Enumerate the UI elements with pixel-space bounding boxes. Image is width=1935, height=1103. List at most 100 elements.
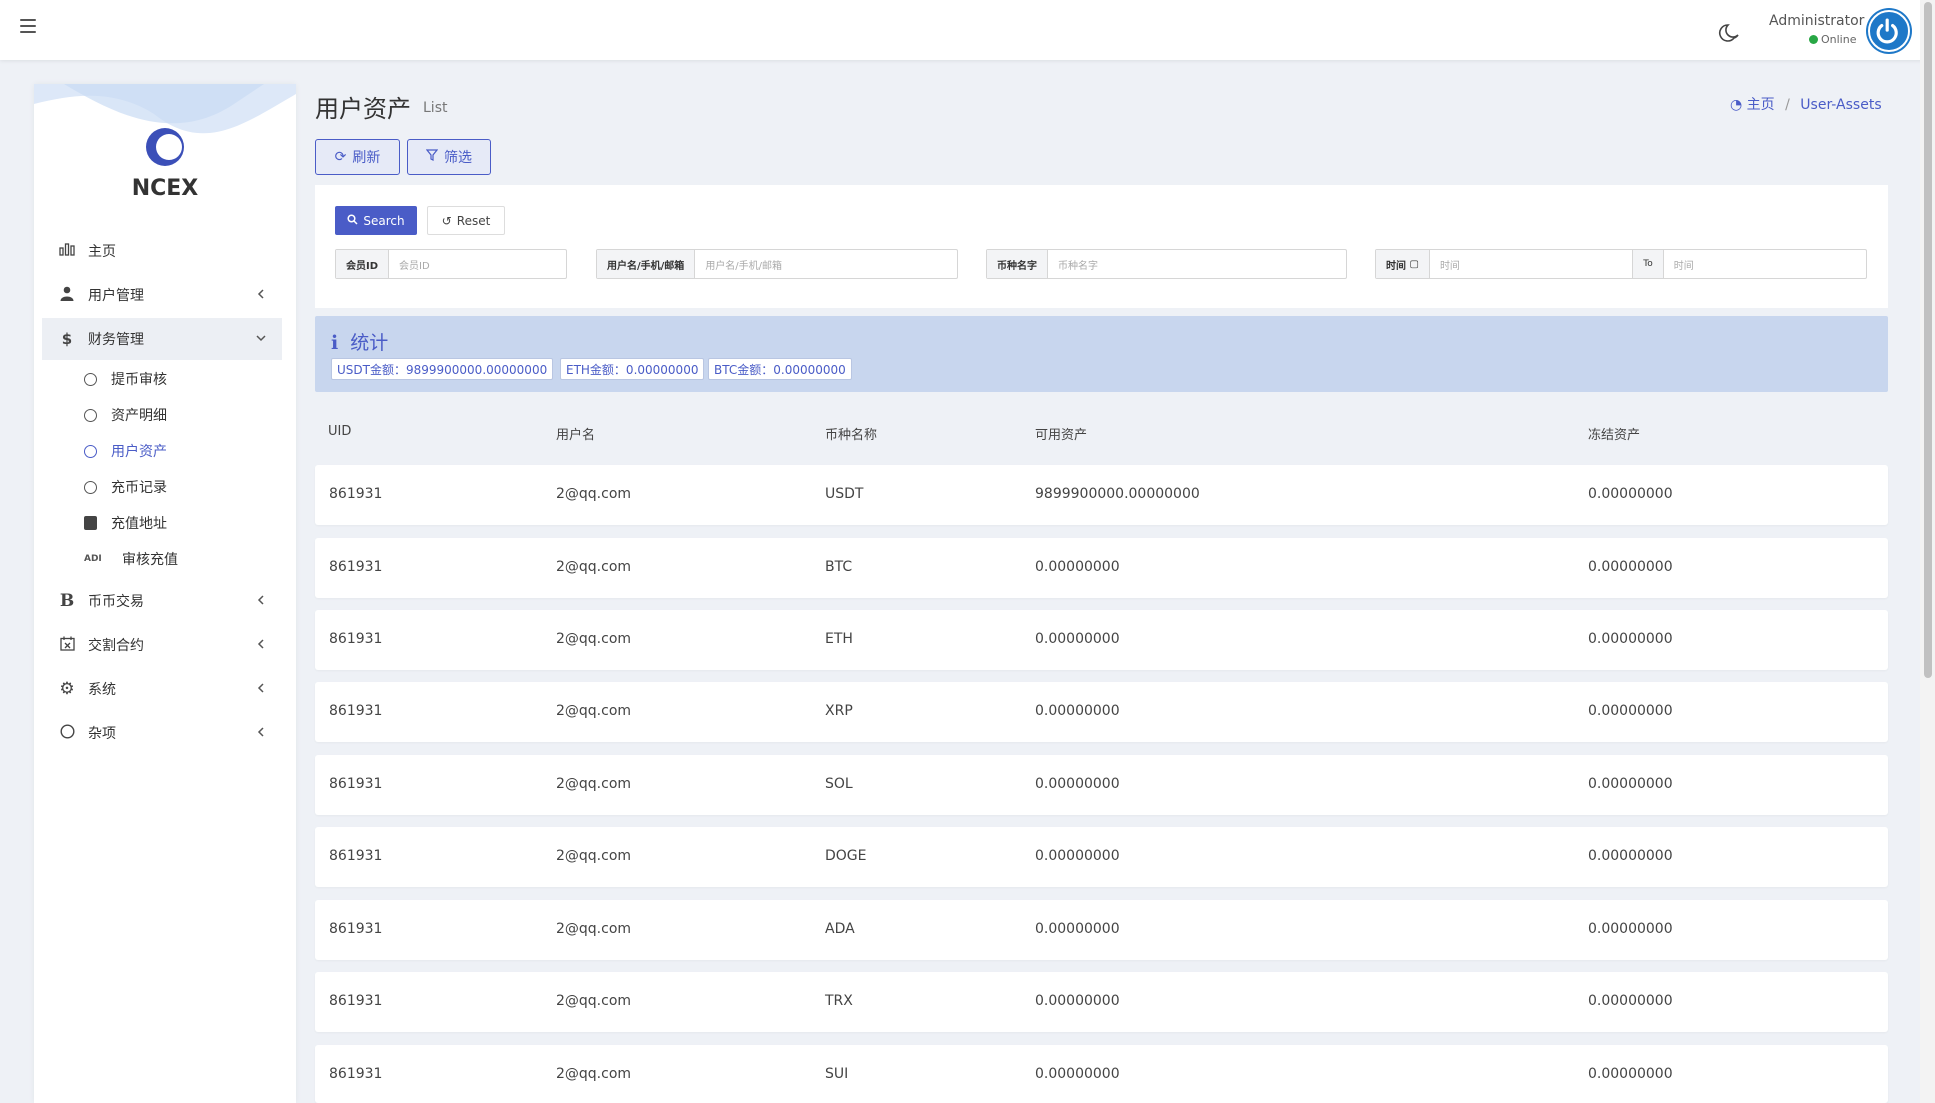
hamburger-menu-icon[interactable]	[20, 19, 36, 33]
search-button[interactable]: Search	[335, 206, 417, 235]
table-row[interactable]: 861931 2@qq.com BTC 0.00000000 0.0000000…	[315, 538, 1888, 598]
avatar[interactable]	[1868, 10, 1910, 52]
cell-coin: DOGE	[825, 848, 867, 864]
sidebar-item-home[interactable]: 主页	[42, 230, 282, 272]
table-row[interactable]: 861931 2@qq.com SUI 0.00000000 0.0000000…	[315, 1045, 1888, 1103]
bitcoin-icon: B	[59, 591, 75, 611]
cell-uid: 861931	[329, 1066, 383, 1082]
cell-available: 0.00000000	[1035, 703, 1120, 719]
sidebar: NCEX 主页 用户管理 $ 财务管理 提币审核 资产明细 用户资产 充币记录 …	[34, 84, 296, 1103]
cell-uid: 861931	[329, 848, 383, 864]
page-scrollbar[interactable]	[1920, 0, 1935, 1103]
sidebar-item-delivery-contract[interactable]: 交割合约	[42, 624, 282, 666]
circle-icon	[84, 408, 97, 422]
undo-icon: ↺	[441, 213, 452, 228]
sidebar-subitem-label: 充值地址	[111, 516, 167, 532]
cell-username: 2@qq.com	[556, 559, 632, 575]
filter-button-label: 筛选	[444, 150, 472, 166]
column-header-frozen[interactable]: 冻结资产	[1588, 424, 1640, 443]
brand-name: NCEX	[131, 176, 199, 201]
refresh-button[interactable]: ⟳ 刷新	[315, 139, 400, 175]
chevron-left-icon	[254, 593, 268, 607]
moon-icon[interactable]	[1718, 21, 1742, 45]
sidebar-subitem-deposit-records[interactable]: 充币记录	[84, 470, 284, 504]
table-row[interactable]: 861931 2@qq.com ETH 0.00000000 0.0000000…	[315, 610, 1888, 670]
cell-uid: 861931	[329, 921, 383, 937]
sidebar-subitem-user-assets[interactable]: 用户资产	[84, 434, 284, 468]
sidebar-subitem-recharge-review[interactable]: ADI 审核充值	[84, 542, 284, 576]
cell-frozen: 0.00000000	[1588, 631, 1673, 647]
cell-frozen: 0.00000000	[1588, 921, 1673, 937]
scrollbar-thumb[interactable]	[1924, 2, 1932, 678]
time-from-input[interactable]: 时间	[1430, 250, 1632, 278]
member-id-label: 会员ID	[336, 250, 390, 278]
cell-frozen: 0.00000000	[1588, 1066, 1673, 1082]
cell-coin: ETH	[825, 631, 853, 647]
user-status: Online	[1809, 33, 1856, 46]
cell-available: 0.00000000	[1035, 848, 1120, 864]
table-row[interactable]: 861931 2@qq.com XRP 0.00000000 0.0000000…	[315, 682, 1888, 742]
sidebar-subitem-asset-details[interactable]: 资产明细	[84, 398, 284, 432]
table-row[interactable]: 861931 2@qq.com USDT 9899900000.00000000…	[315, 465, 1888, 525]
coin-filter: 币种名字 币种名字	[986, 249, 1347, 279]
table-row[interactable]: 861931 2@qq.com ADA 0.00000000 0.0000000…	[315, 900, 1888, 960]
stats-panel: i 统计 USDT金额：9899900000.00000000 ETH金额：0.…	[315, 316, 1888, 392]
breadcrumb-home[interactable]: 主页	[1747, 97, 1775, 113]
bar-chart-icon	[52, 242, 82, 260]
sidebar-subitem-label: 提币审核	[111, 372, 167, 388]
cell-uid: 861931	[329, 993, 383, 1009]
time-to-input[interactable]: 时间	[1664, 250, 1866, 278]
column-header-uid[interactable]: UID	[328, 424, 351, 439]
member-id-input[interactable]: 会员ID	[389, 250, 566, 278]
chevron-left-icon	[254, 725, 268, 739]
sidebar-subitem-label: 充币记录	[111, 480, 167, 496]
cell-available: 0.00000000	[1035, 559, 1120, 575]
filter-panel: Search ↺ Reset 会员ID 会员ID 用户名/手机/邮箱 用户名/手…	[315, 185, 1888, 308]
cell-frozen: 0.00000000	[1588, 848, 1673, 864]
table-row[interactable]: 861931 2@qq.com TRX 0.00000000 0.0000000…	[315, 972, 1888, 1032]
sidebar-item-misc[interactable]: 杂项	[42, 712, 282, 754]
sidebar-item-system[interactable]: ⚙ 系统	[42, 668, 282, 710]
sidebar-item-users[interactable]: 用户管理	[42, 274, 282, 316]
reset-button[interactable]: ↺ Reset	[427, 206, 505, 235]
info-icon: i	[331, 332, 339, 354]
breadcrumb-current: User-Assets	[1800, 97, 1882, 113]
cell-uid: 861931	[329, 559, 383, 575]
time-to-label: To	[1632, 250, 1664, 278]
column-header-coin[interactable]: 币种名称	[825, 424, 877, 443]
sidebar-subitem-withdraw-review[interactable]: 提币审核	[84, 362, 284, 396]
sidebar-item-finance[interactable]: $ 财务管理	[42, 318, 282, 360]
cell-frozen: 0.00000000	[1588, 486, 1673, 502]
cell-coin: USDT	[825, 486, 864, 502]
cell-frozen: 0.00000000	[1588, 559, 1673, 575]
cell-username: 2@qq.com	[556, 776, 632, 792]
column-header-username[interactable]: 用户名	[556, 424, 595, 443]
page-title: 用户资产	[315, 95, 411, 123]
circle-icon	[84, 444, 97, 458]
cell-frozen: 0.00000000	[1588, 776, 1673, 792]
coin-input[interactable]: 币种名字	[1048, 250, 1346, 278]
cell-coin: TRX	[825, 993, 853, 1009]
dashboard-icon: ◔	[1730, 97, 1743, 113]
user-name[interactable]: Administrator	[1769, 13, 1864, 29]
filter-icon	[425, 149, 439, 165]
username-input[interactable]: 用户名/手机/邮箱	[695, 250, 957, 278]
table-row[interactable]: 861931 2@qq.com DOGE 0.00000000 0.000000…	[315, 827, 1888, 887]
sidebar-item-spot-trading[interactable]: B 币币交易	[42, 580, 282, 622]
table-header: UID 用户名 币种名称 可用资产 冻结资产	[315, 424, 1888, 444]
sidebar-subitem-label: 资产明细	[111, 408, 167, 424]
sidebar-subitem-deposit-address[interactable]: 充值地址	[84, 506, 284, 540]
user-status-label: Online	[1821, 33, 1857, 46]
filter-button[interactable]: 筛选	[407, 139, 491, 175]
sidebar-item-label: 交割合约	[88, 638, 144, 654]
page-subtitle: List	[423, 100, 448, 116]
calendar-icon: ▢	[1409, 258, 1419, 270]
circle-icon	[84, 372, 97, 386]
cell-frozen: 0.00000000	[1588, 703, 1673, 719]
cell-coin: XRP	[825, 703, 853, 719]
table-row[interactable]: 861931 2@qq.com SOL 0.00000000 0.0000000…	[315, 755, 1888, 815]
sidebar-item-label: 币币交易	[88, 594, 144, 610]
column-header-available[interactable]: 可用资产	[1035, 424, 1087, 443]
cell-available: 0.00000000	[1035, 631, 1120, 647]
top-bar: Administrator Online	[0, 0, 1935, 60]
